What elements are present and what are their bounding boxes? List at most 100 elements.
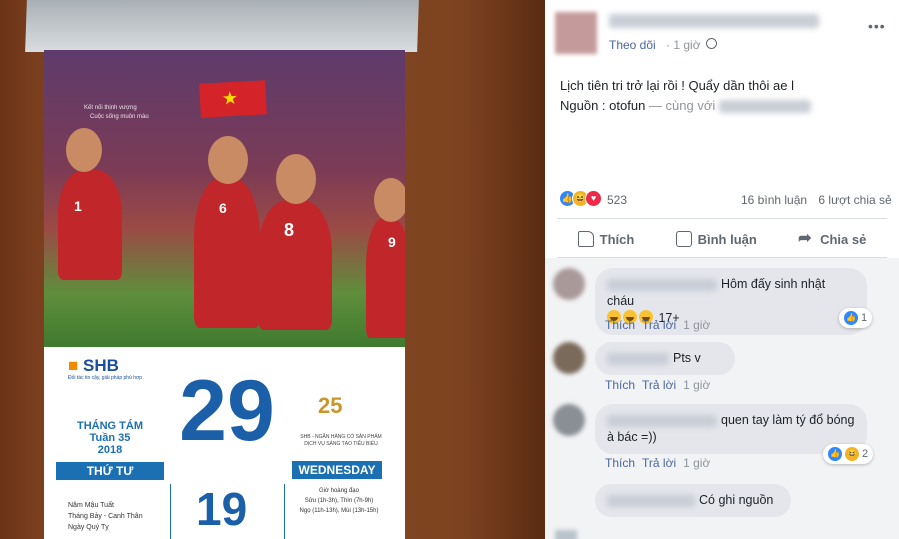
slogan-line: Cuộc sống muôn màu [90, 114, 149, 120]
commenter-avatar[interactable] [553, 404, 585, 436]
comment-like-link[interactable]: Thích [605, 318, 635, 332]
comment-reply-link[interactable]: Trả lời [642, 456, 676, 470]
vietnam-flag: ★ [199, 80, 267, 118]
comment-bubble: Có ghi nguồn [595, 484, 791, 517]
like-reaction-icon: 👍 [828, 447, 842, 461]
year-label: 2018 [97, 444, 123, 456]
divider [557, 218, 887, 219]
comment-text: quen tay làm tý đổ bóng [721, 413, 855, 427]
weekday-en: WEDNESDAY [292, 461, 382, 479]
comment-reaction-count: 1 [861, 312, 868, 324]
comment-reactions[interactable]: 👍 1 [839, 308, 873, 328]
good-hours: Giờ hoàng đạo Sửu (1h-3h), Thìn (7h-9h) … [290, 486, 388, 516]
commenter-avatar[interactable] [553, 342, 585, 374]
player-3-head [276, 154, 316, 204]
lunar-year: Năm Mậu Tuất [68, 502, 114, 509]
comments-count-link[interactable]: 16 bình luận [741, 193, 807, 207]
good-hours-title: Giờ hoàng đạo [319, 488, 359, 494]
comment-like-link[interactable]: Thích [605, 456, 635, 470]
comment-time[interactable]: 1 giờ [683, 378, 710, 392]
comment: Pts v Thích Trả lời 1 giờ [553, 342, 893, 396]
post-panel: Theo dõi · 1 giờ ••• Lịch tiên tri trở l… [545, 0, 899, 539]
jersey-number: 1 [74, 198, 82, 214]
weekday-vn: THỨ TƯ [56, 462, 164, 480]
share-icon [798, 228, 814, 248]
comment-reply-link[interactable]: Trả lời [642, 318, 676, 332]
lunar-info: Năm Mậu Tuất Tháng Bảy - Canh Thân Ngày … [68, 500, 143, 533]
tagged-friends-blurred[interactable] [718, 100, 811, 114]
player-1-head [66, 128, 102, 172]
comment-time[interactable]: 1 giờ [683, 456, 710, 470]
player-4 [366, 218, 405, 338]
like-label: Thích [599, 231, 635, 247]
comment-text: Pts v [673, 351, 701, 365]
week-label: Tuần 35 [89, 432, 131, 444]
post-text: Lịch tiên tri trở lại rồi ! Quẩy dần thô… [560, 76, 890, 116]
star-icon: ★ [221, 87, 239, 109]
haha-reaction-icon: 😆 [845, 447, 859, 461]
love-reaction-icon: ♥ [585, 190, 602, 207]
post-source-line: Nguồn : otofun — cùng với [560, 96, 890, 116]
commenter-name-blurred[interactable] [607, 278, 717, 291]
author-avatar[interactable] [555, 12, 597, 54]
action-bar: Thích Bình luận Chia sẻ [557, 222, 887, 256]
anniversary-number: 25 [318, 393, 343, 418]
comment-like-link[interactable]: Thích [605, 378, 635, 392]
more-options-icon[interactable]: ••• [868, 18, 886, 34]
like-button[interactable]: Thích [577, 231, 635, 247]
month-info: THÁNG TÁM Tuần 35 2018 [56, 420, 164, 456]
like-reaction-icon: 👍 [844, 311, 858, 325]
share-label: Chia sẻ [820, 231, 867, 247]
comment-text: Có ghi nguồn [699, 493, 774, 507]
lunar-day: 19 [196, 483, 248, 535]
reaction-count: 523 [607, 193, 628, 207]
commenter-avatar[interactable] [553, 268, 585, 300]
commenter-name-blurred[interactable] [607, 494, 695, 507]
player-2-head [208, 136, 248, 184]
comment: quen tay làm tý đổ bóng à bác =)) 👍 😆 2 Th… [553, 404, 893, 474]
bank-name: SHB [83, 356, 119, 375]
reply-avatar [555, 530, 577, 539]
commenter-name-blurred[interactable] [607, 414, 717, 427]
player-4-head [374, 178, 405, 222]
comment-reaction-count: 2 [862, 448, 869, 460]
good-hours-line: Sửu (1h-3h), Thìn (7h-9h) [304, 498, 374, 504]
source-name: otofun [609, 98, 646, 113]
post-text-line: Lịch tiên tri trở lại rồi ! Quẩy dần thô… [560, 78, 794, 93]
comment-time[interactable]: 1 giờ [683, 318, 710, 332]
calendar-day: 29 [179, 363, 275, 459]
comment-label: Bình luận [697, 231, 757, 247]
jersey-number: 6 [219, 200, 227, 216]
lunar-month: Tháng Bảy - Canh Thân [68, 513, 143, 520]
globe-icon[interactable] [706, 38, 717, 49]
comment-button[interactable]: Bình luận [675, 231, 757, 247]
author-name-blurred[interactable] [609, 14, 819, 28]
comment-icon [675, 231, 692, 247]
comment-reactions[interactable]: 👍 😆 2 [823, 444, 874, 464]
comment-actions: Thích Trả lời 1 giờ [605, 378, 717, 392]
post-stats: 16 bình luận 6 lượt chia sẻ [741, 193, 892, 207]
comment-actions: Thích Trả lời 1 giờ [605, 456, 717, 470]
post-time[interactable]: · 1 giờ [666, 38, 701, 52]
comment-bubble: Pts v [595, 342, 735, 375]
post-time-text: 1 giờ [673, 38, 701, 52]
commenter-name-blurred[interactable] [607, 352, 669, 365]
calendar-slogan: Kết nối thịnh vượng Cuộc sống muôn màu [84, 104, 149, 122]
comment-text: à bác =)) [607, 430, 657, 444]
comment-reply-link[interactable]: Trả lời [642, 378, 676, 392]
share-button[interactable]: Chia sẻ [798, 228, 867, 248]
follow-link[interactable]: Theo dõi [609, 38, 656, 52]
divider [284, 484, 285, 539]
player-2 [194, 178, 260, 328]
good-hours-line: Ngọ (11h-13h), Mùi (13h-15h) [299, 508, 379, 514]
post-photo[interactable]: 1 6 8 9 ★ Kết nối thịnh vượng Cuộc sống … [0, 0, 545, 539]
player-3 [258, 200, 332, 330]
shares-count-link[interactable]: 6 lượt chia sẻ [818, 193, 891, 207]
calendar-flap [25, 0, 419, 52]
month-label: THÁNG TÁM [77, 420, 143, 432]
divider [170, 484, 171, 539]
jersey-number: 9 [388, 234, 396, 250]
comment-actions: Thích Trả lời 1 giờ [605, 318, 717, 332]
slogan-line: Kết nối thịnh vượng [84, 105, 137, 111]
comment: Hôm đấy sinh nhật cháu 17+ 👍 1 Thích Trả l… [553, 268, 893, 335]
